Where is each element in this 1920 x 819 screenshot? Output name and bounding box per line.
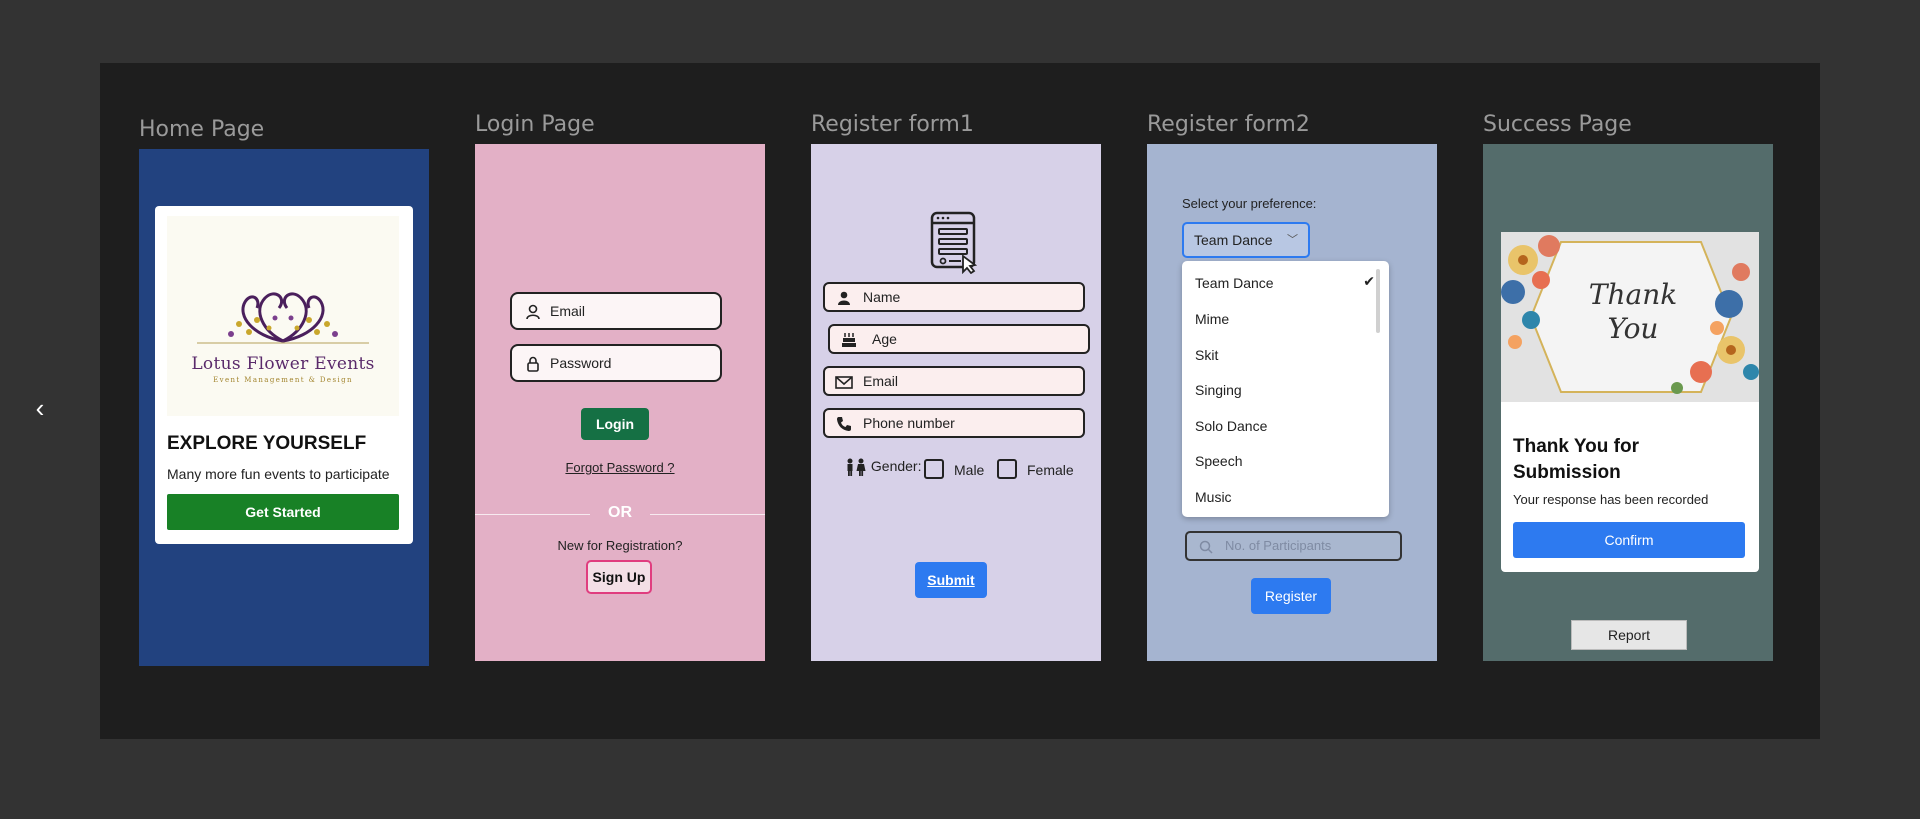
gender-group: Gender: [845, 458, 922, 477]
option-solo-dance[interactable]: Solo Dance [1195, 418, 1267, 434]
name-placeholder: Name [863, 289, 901, 305]
preference-dropdown: Team Dance ✔ Mime Skit Singing Solo Danc… [1182, 261, 1389, 517]
user-icon [524, 294, 542, 328]
phone-placeholder: Phone number [863, 415, 955, 431]
gender-label: Gender: [870, 458, 922, 474]
lotus-logo: Lotus Flower Events Event Management & D… [167, 216, 399, 416]
chevron-down-icon: ﹀ [1287, 234, 1298, 246]
option-singing[interactable]: Singing [1195, 382, 1242, 398]
preference-label: Select your preference: [1182, 196, 1317, 211]
envelope-icon [835, 368, 853, 394]
option-music[interactable]: Music [1195, 489, 1232, 505]
form-document-icon [930, 211, 978, 274]
email-field[interactable]: Email [510, 292, 722, 330]
option-speech[interactable]: Speech [1195, 453, 1242, 469]
register-form2-frame: Select your preference: Team Dance ﹀ Tea… [1147, 144, 1437, 661]
register-email-field[interactable]: Email [823, 366, 1085, 396]
thanks-card: Thank You Thank You for Submission Your … [1501, 232, 1759, 572]
password-placeholder: Password [550, 355, 612, 371]
register-email-placeholder: Email [863, 373, 899, 389]
lock-icon [524, 346, 542, 380]
logo-subtitle: Event Management & Design [213, 376, 353, 384]
frame-title-register1: Register form1 [811, 112, 974, 137]
frame-title-login: Login Page [475, 112, 595, 137]
home-subtext: Many more fun events to participate [167, 466, 390, 482]
or-divider-left [475, 514, 590, 515]
gender-people-icon [847, 458, 866, 477]
new-registration-text: New for Registration? [557, 538, 683, 553]
email-placeholder: Email [550, 303, 586, 319]
home-heading: EXPLORE YOURSELF [167, 433, 367, 454]
preference-selected-value: Team Dance [1194, 232, 1273, 248]
preference-select[interactable]: Team Dance ﹀ [1182, 222, 1310, 258]
register-form1-frame: Name Age Email Phone number Gender: Male… [811, 144, 1101, 661]
participants-input[interactable]: No. of Participants [1185, 531, 1402, 561]
person-icon [835, 284, 853, 310]
register-button[interactable]: Register [1251, 578, 1331, 614]
sign-up-button[interactable]: Sign Up [586, 560, 652, 594]
login-button[interactable]: Login [581, 408, 649, 440]
phone-field[interactable]: Phone number [823, 408, 1085, 438]
option-mime[interactable]: Mime [1195, 311, 1229, 327]
confirm-button[interactable]: Confirm [1513, 522, 1745, 558]
cake-icon [840, 326, 858, 352]
home-page-frame: Lotus Flower Events Event Management & D… [139, 149, 429, 666]
frame-title-success: Success Page [1483, 112, 1632, 137]
thank-you-script: Thank You [1588, 278, 1678, 345]
prev-arrow-icon[interactable]: ‹ [28, 395, 52, 421]
submit-button[interactable]: Submit [915, 562, 987, 598]
frame-title-register2: Register form2 [1147, 112, 1310, 137]
success-page-frame: Thank You Thank You for Submission Your … [1483, 144, 1773, 661]
home-card: Lotus Flower Events Event Management & D… [155, 206, 413, 544]
female-checkbox[interactable] [997, 459, 1017, 479]
male-label: Male [954, 462, 985, 478]
lotus-emblem-icon [197, 292, 369, 344]
or-text: OR [608, 504, 632, 521]
thanks-subtext: Your response has been recorded [1513, 492, 1709, 507]
check-icon: ✔ [1363, 273, 1375, 289]
frame-title-home: Home Page [139, 117, 265, 142]
thank-you-floral-image: Thank You [1501, 232, 1759, 402]
login-page-frame: Email Password Login Forgot Password ? O… [475, 144, 765, 661]
logo-title: Lotus Flower Events [191, 354, 375, 374]
age-field[interactable]: Age [828, 324, 1090, 354]
report-button[interactable]: Report [1571, 620, 1687, 650]
option-skit[interactable]: Skit [1195, 347, 1218, 363]
thanks-heading: Thank You for Submission [1513, 436, 1639, 483]
name-field[interactable]: Name [823, 282, 1085, 312]
age-placeholder: Age [872, 331, 897, 347]
option-team-dance[interactable]: Team Dance [1195, 275, 1274, 291]
get-started-button[interactable]: Get Started [167, 494, 399, 530]
dropdown-scrollbar[interactable] [1376, 269, 1380, 333]
male-checkbox[interactable] [924, 459, 944, 479]
phone-icon [835, 410, 853, 436]
female-label: Female [1027, 462, 1074, 478]
or-divider-right [650, 514, 765, 515]
participants-placeholder: No. of Participants [1225, 538, 1332, 553]
search-icon [1199, 533, 1213, 559]
password-field[interactable]: Password [510, 344, 722, 382]
forgot-password-link[interactable]: Forgot Password ? [475, 460, 765, 475]
